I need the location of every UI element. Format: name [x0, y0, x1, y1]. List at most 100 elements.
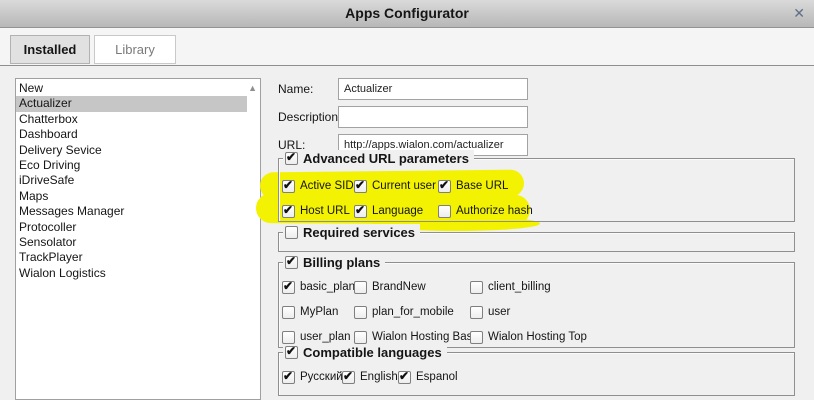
name-row: Name: — [278, 78, 795, 100]
section-billing: Billing plansbasic_planBrandNewclient_bi… — [278, 262, 795, 348]
checkbox-active-sid[interactable]: Active SID — [282, 177, 354, 195]
checkbox-myplan[interactable]: MyPlan — [282, 303, 354, 321]
list-item[interactable]: iDriveSafe — [16, 173, 247, 188]
checkbox-box — [470, 306, 483, 319]
checkbox-brandnew[interactable]: BrandNew — [354, 278, 470, 296]
checkbox-label: basic_plan — [300, 281, 355, 293]
list-item[interactable]: Dashboard — [16, 127, 247, 142]
tabbar: Installed Library — [0, 28, 814, 66]
checkbox-row: Host URL Language Authorize hash — [282, 202, 791, 220]
checkbox-label: MyPlan — [300, 306, 338, 318]
checkbox-box — [438, 180, 451, 193]
checkbox-label: Language — [372, 205, 423, 217]
checkbox-box — [342, 371, 355, 384]
checkbox-user[interactable]: user — [470, 303, 510, 321]
checkbox-row: MyPlan plan_for_mobile user — [282, 303, 791, 321]
checkbox-client-billing[interactable]: client_billing — [470, 278, 551, 296]
section-toggle-advanced[interactable] — [285, 152, 298, 165]
checkbox-box — [282, 180, 295, 193]
section-toggle-required[interactable] — [285, 226, 298, 239]
apps-configurator-dialog: { "window": { "title": "Apps Configurato… — [0, 0, 814, 400]
checkbox-wialon-hosting-top[interactable]: Wialon Hosting Top — [470, 328, 587, 346]
checkbox-authorize-hash[interactable]: Authorize hash — [438, 202, 533, 220]
checkbox-english[interactable]: English — [342, 368, 398, 386]
checkbox-box — [398, 371, 411, 384]
section-legend-billing: Billing plans — [283, 254, 385, 270]
section-legend-languages: Compatible languages — [283, 344, 447, 360]
checkbox-row: Active SID Current user Base URL — [282, 177, 791, 195]
app-detail-panel: Name: Description: URL: Advanced URL par… — [270, 66, 814, 400]
list-item[interactable]: Maps — [16, 189, 247, 204]
description-row: Description: — [278, 106, 795, 128]
checkbox-current-user[interactable]: Current user — [354, 177, 438, 195]
list-item[interactable]: Eco Driving — [16, 158, 247, 173]
content-area: NewActualizerChatterboxDashboardDelivery… — [0, 66, 814, 400]
checkbox-label: Host URL — [300, 205, 350, 217]
checkbox-box — [282, 371, 295, 384]
checkbox-label: Wialon Hosting Base — [372, 331, 479, 343]
list-item-selected[interactable]: Actualizer — [16, 96, 247, 111]
checkbox-box — [354, 205, 367, 218]
checkbox-basic-plan[interactable]: basic_plan — [282, 278, 354, 296]
section-toggle-languages[interactable] — [285, 346, 298, 359]
checkbox-label: client_billing — [488, 281, 551, 293]
description-label: Description: — [278, 106, 338, 128]
checkbox-base-url[interactable]: Base URL — [438, 177, 508, 195]
checkbox-label: Русский — [300, 371, 343, 383]
section-toggle-billing[interactable] — [285, 256, 298, 269]
section-rows: basic_plan BrandNew client_billing MyPlan pl… — [278, 262, 795, 346]
checkbox-label: Active SID — [300, 180, 354, 192]
checkbox-row: Русский EnglishEspanol — [282, 368, 791, 386]
section-required: Required services — [278, 232, 795, 252]
description-input[interactable] — [338, 106, 528, 128]
list-item[interactable]: Messages Manager — [16, 204, 247, 219]
section-legend-text: Billing plans — [303, 255, 380, 270]
checkbox-language[interactable]: Language — [354, 202, 438, 220]
list-item[interactable]: Sensolator — [16, 235, 247, 250]
checkbox-label: user_plan — [300, 331, 351, 343]
list-item[interactable]: Wialon Logistics — [16, 266, 247, 281]
checkbox-box — [282, 331, 295, 344]
scroll-up-icon[interactable]: ▲ — [248, 83, 257, 93]
section-legend-advanced: Advanced URL parameters — [283, 150, 474, 166]
checkbox-label: Base URL — [456, 180, 508, 192]
checkbox-box — [354, 180, 367, 193]
list-item[interactable]: New — [16, 81, 247, 96]
checkbox-espanol[interactable]: Espanol — [398, 368, 458, 386]
checkbox-label: plan_for_mobile — [372, 306, 454, 318]
checkbox-host-url[interactable]: Host URL — [282, 202, 354, 220]
app-list-items: NewActualizerChatterboxDashboardDelivery… — [16, 81, 260, 281]
checkbox-label: Current user — [372, 180, 436, 192]
close-icon[interactable]: ✕ — [793, 0, 805, 27]
checkbox-row: basic_plan BrandNew client_billing — [282, 278, 791, 296]
list-item[interactable]: Protocoller — [16, 220, 247, 235]
checkbox-русский[interactable]: Русский — [282, 368, 342, 386]
checkbox-label: user — [488, 306, 510, 318]
section-languages: Compatible languagesРусскийEnglishEspano… — [278, 352, 795, 396]
list-item[interactable]: TrackPlayer — [16, 250, 247, 265]
checkbox-box — [438, 205, 451, 218]
window-title: Apps Configurator — [345, 5, 469, 21]
checkbox-label: BrandNew — [372, 281, 426, 293]
sections: Advanced URL parametersActive SIDCurrent… — [278, 158, 795, 396]
tab-installed[interactable]: Installed — [10, 35, 90, 64]
tab-library[interactable]: Library — [94, 35, 176, 64]
checkbox-label: Wialon Hosting Top — [488, 331, 587, 343]
titlebar: Apps Configurator ✕ — [0, 0, 814, 28]
section-legend-text: Compatible languages — [303, 345, 442, 360]
section-rows: Active SID Current user Base URL Host URL La… — [278, 158, 795, 220]
checkbox-box — [354, 331, 367, 344]
list-item[interactable]: Delivery Sevice — [16, 143, 247, 158]
checkbox-box — [282, 205, 295, 218]
checkbox-plan-for-mobile[interactable]: plan_for_mobile — [354, 303, 470, 321]
section-legend-text: Required services — [303, 225, 415, 240]
section-advanced: Advanced URL parametersActive SIDCurrent… — [278, 158, 795, 222]
checkbox-box — [282, 306, 295, 319]
checkbox-box — [354, 281, 367, 294]
section-legend-text: Advanced URL parameters — [303, 151, 469, 166]
list-item[interactable]: Chatterbox — [16, 112, 247, 127]
checkbox-box — [354, 306, 367, 319]
checkbox-label: English — [360, 371, 398, 383]
name-input[interactable] — [338, 78, 528, 100]
section-legend-required: Required services — [283, 224, 420, 240]
